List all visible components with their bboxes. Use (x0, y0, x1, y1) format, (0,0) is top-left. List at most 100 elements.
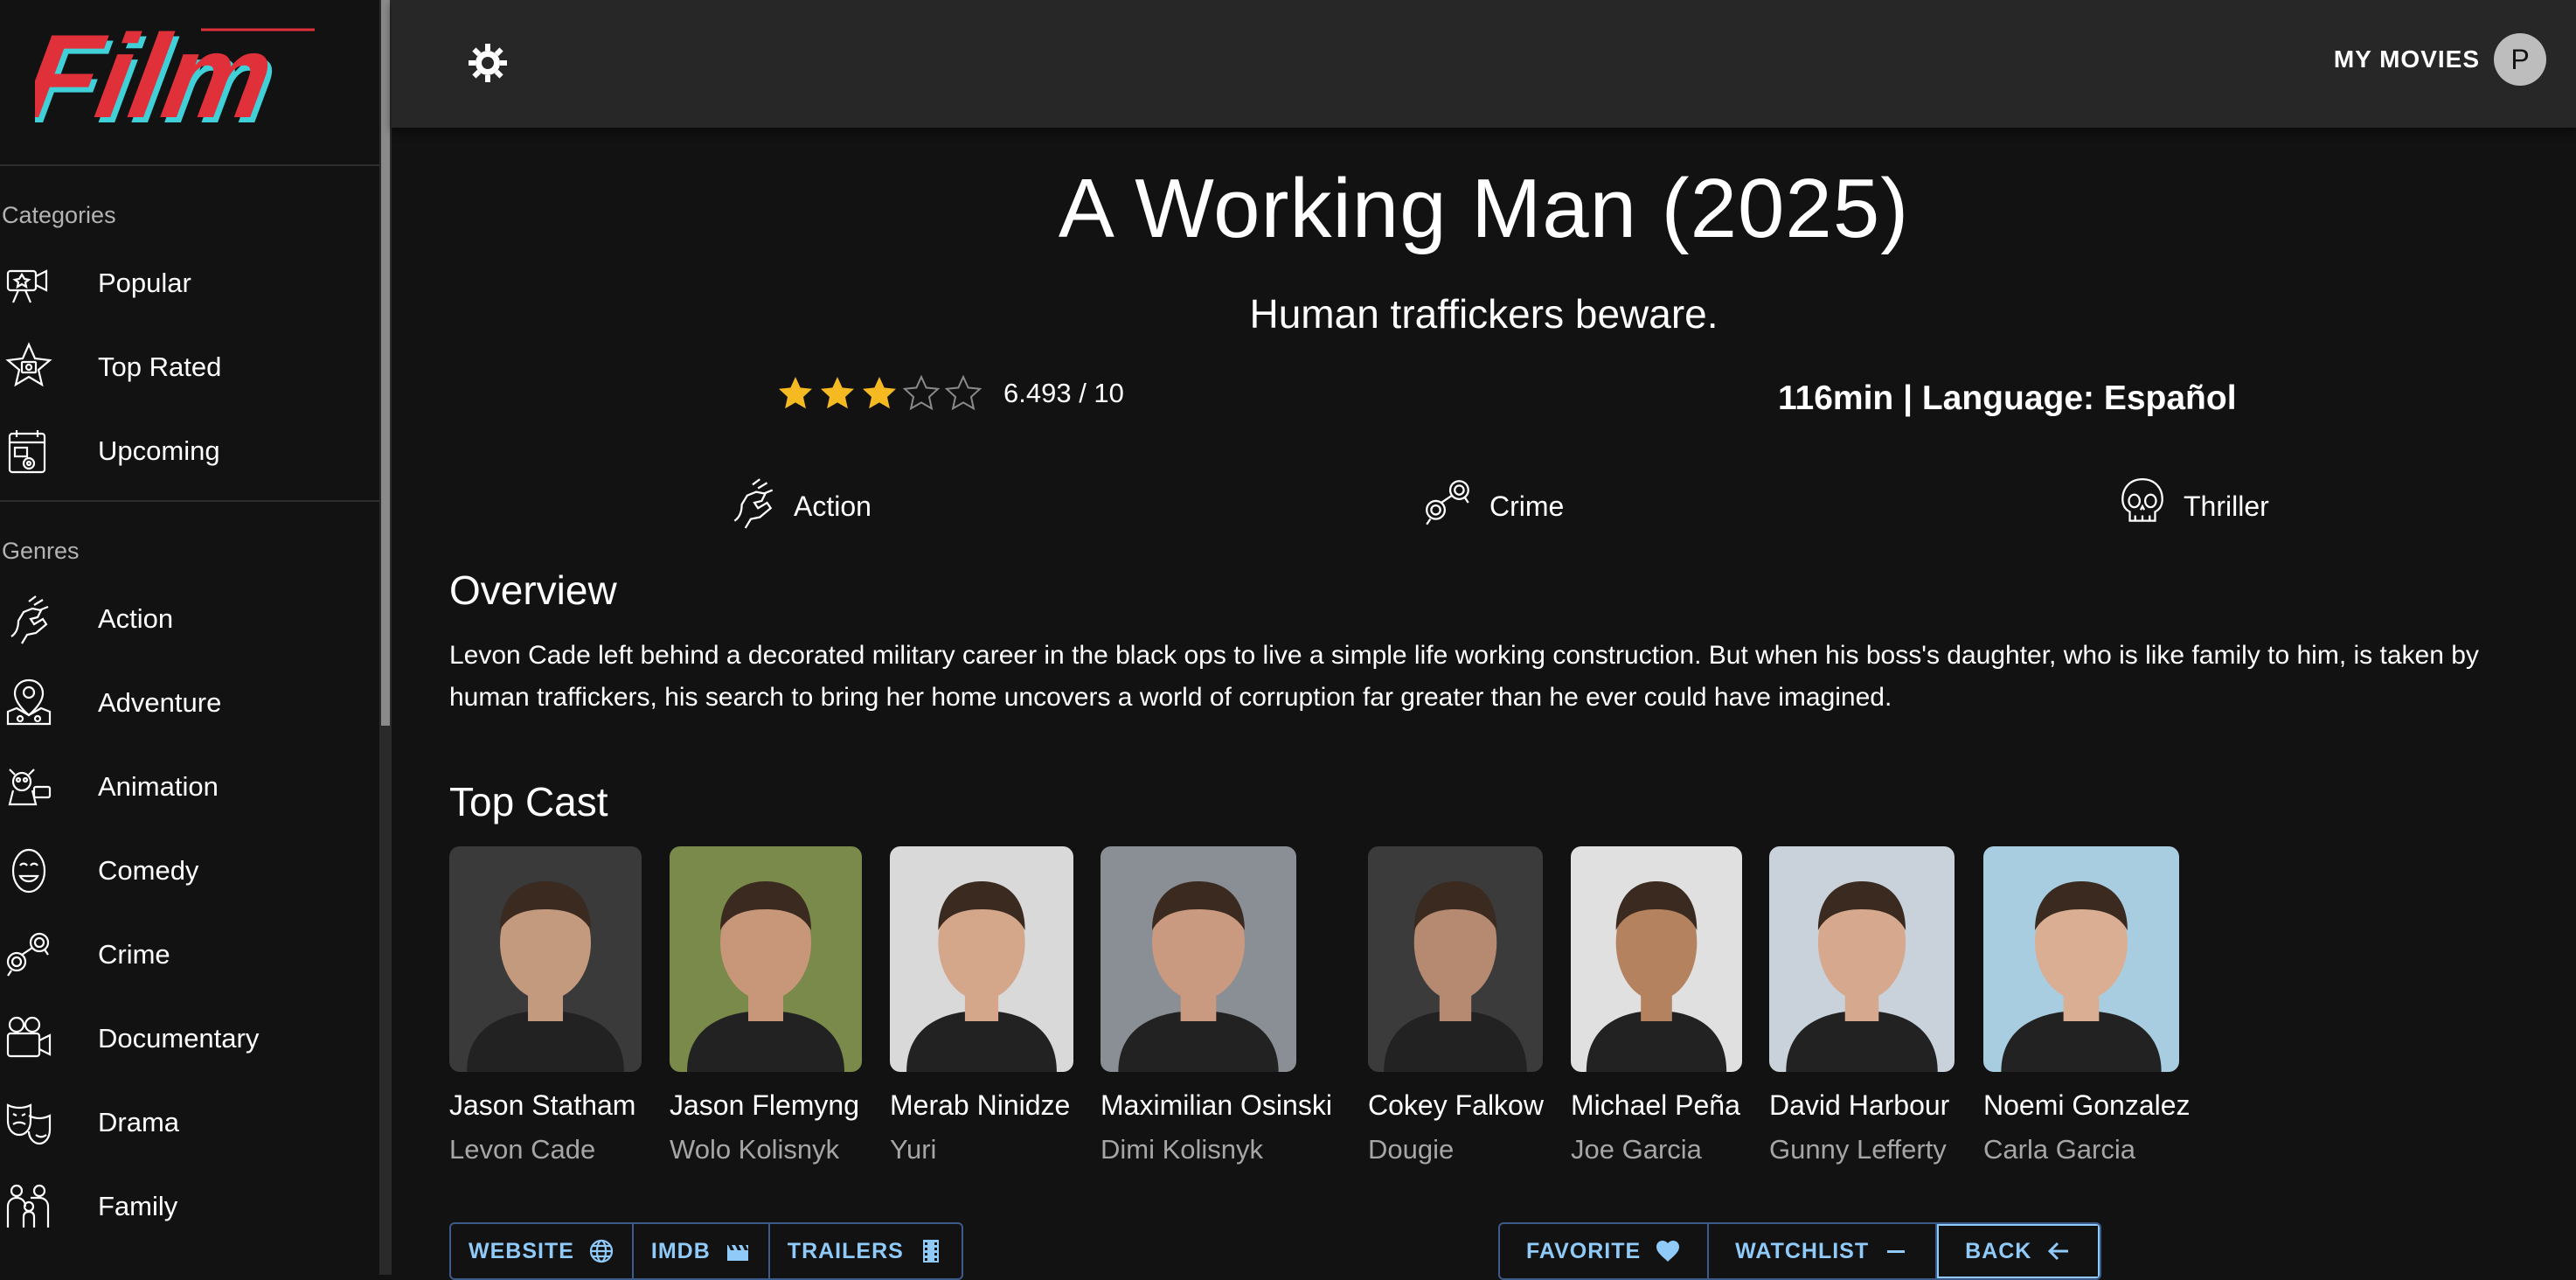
sidebar-item-drama[interactable]: Drama (0, 1081, 379, 1165)
popular-icon (2, 256, 56, 310)
logo-area: Film Film (0, 0, 379, 166)
svg-text:Film: Film (35, 19, 282, 142)
sidebar-item-action[interactable]: Action (0, 577, 379, 661)
arrow-left-icon (2031, 1238, 2072, 1264)
sidebar-item-documentary[interactable]: Documentary (0, 997, 379, 1081)
top-cast-heading: Top Cast (449, 779, 608, 824)
sidebar-item-animation[interactable]: Animation (0, 745, 379, 829)
film-strip-icon (904, 1238, 944, 1264)
sidebar-item-label: Family (98, 1191, 178, 1221)
heart-icon (1641, 1238, 1681, 1264)
top-rated-icon (2, 340, 56, 394)
cast-name: Merab Ninidze (890, 1089, 1071, 1121)
crime-icon (1421, 476, 1475, 537)
movie-tagline: Human traffickers beware. (1249, 291, 1718, 337)
adventure-icon (2, 676, 56, 730)
cast-photo[interactable] (1368, 846, 1543, 1072)
cast-character: Gunny Lefferty (1769, 1134, 1947, 1165)
cast-name: David Harbour (1769, 1089, 1950, 1121)
sidebar-item-upcoming[interactable]: Upcoming (0, 409, 379, 493)
star-filled-icon (816, 372, 858, 414)
cast-name: Jason Statham (449, 1089, 636, 1121)
favorite-button[interactable]: FAVORITE (1500, 1224, 1710, 1278)
watchlist-button-label: WATCHLIST (1735, 1238, 1870, 1263)
star-empty-icon (942, 372, 984, 414)
sidebar-item-top-rated[interactable]: Top Rated (0, 325, 379, 409)
genre-chip-label: Thriller (2184, 490, 2269, 522)
drama-icon (2, 1096, 56, 1150)
cast-name: Michael Peña (1571, 1089, 1740, 1121)
watchlist-button[interactable]: WATCHLIST (1709, 1224, 1938, 1278)
scrollbar-thumb[interactable] (381, 0, 390, 726)
cast-character: Levon Cade (449, 1134, 596, 1165)
overview-text: Levon Cade left behind a decorated milit… (449, 641, 2479, 712)
brightness-icon[interactable] (460, 35, 516, 91)
sidebar-item-label: Top Rated (98, 351, 222, 382)
sidebar-item-label: Comedy (98, 855, 199, 886)
cast-photo[interactable] (670, 846, 862, 1072)
top-app-bar: MY MOVIES P (392, 0, 2576, 128)
comedy-icon (2, 844, 56, 898)
sidebar-item-label: Popular (98, 268, 191, 298)
cast-photo[interactable] (1983, 846, 2179, 1072)
my-movies-menu[interactable]: MY MOVIES P (2334, 33, 2546, 86)
minus-icon (1869, 1238, 1909, 1264)
avatar[interactable]: P (2494, 33, 2546, 86)
sidebar-scrollbar[interactable] (379, 0, 392, 1275)
cast-name: Maximilian Osinski (1101, 1089, 1332, 1121)
sidebar-item-family[interactable]: Family (0, 1165, 379, 1249)
cast-card[interactable]: Merab Ninidze Yuri (890, 846, 1073, 1165)
website-button[interactable]: WEBSITE (451, 1224, 634, 1278)
cast-card[interactable]: David Harbour Gunny Lefferty (1769, 846, 1955, 1165)
sidebar-item-adventure[interactable]: Adventure (0, 661, 379, 745)
cast-photo[interactable] (1101, 846, 1296, 1072)
cast-photo[interactable] (449, 846, 642, 1072)
rating: 6.493 / 10 (774, 372, 1124, 414)
family-icon (2, 1179, 56, 1234)
cast-photo[interactable] (1769, 846, 1955, 1072)
star-filled-icon (774, 372, 816, 414)
cast-card[interactable]: Cokey Falkow Dougie (1368, 846, 1544, 1165)
movie-title: A Working Man (2025) (1058, 162, 1910, 255)
thriller-icon (2115, 476, 2170, 537)
genre-chip-crime[interactable]: Crime (1421, 476, 1564, 537)
trailers-button[interactable]: TRAILERS (770, 1224, 962, 1278)
genre-chip-action[interactable]: Action (726, 476, 871, 537)
sidebar-item-label: Drama (98, 1107, 180, 1137)
documentary-icon (2, 1012, 56, 1066)
sidebar-item-popular[interactable]: Popular (0, 241, 379, 325)
genre-chip-thriller[interactable]: Thriller (2115, 476, 2269, 537)
movie-icon (711, 1238, 751, 1264)
upcoming-icon (2, 424, 56, 478)
sidebar-item-label: Adventure (98, 687, 222, 718)
actions-group: FAVORITE WATCHLIST BACK (1498, 1222, 2102, 1280)
genres-label: Genres (2, 538, 80, 564)
cast-card[interactable]: Noemi Gonzalez Carla Garcia (1983, 846, 2191, 1165)
cast-card[interactable]: Maximilian Osinski Dimi Kolisnyk (1101, 846, 1332, 1165)
star-rating (774, 372, 984, 414)
action-icon (2, 592, 56, 646)
cast-photo[interactable] (890, 846, 1073, 1072)
cast-character: Dimi Kolisnyk (1101, 1134, 1264, 1165)
cast-photo[interactable] (1571, 846, 1742, 1072)
cast-card[interactable]: Jason Flemyng Wolo Kolisnyk (670, 846, 862, 1165)
runtime-language: 116min | Language: Español (1778, 379, 2237, 417)
cast-card[interactable]: Jason Statham Levon Cade (449, 846, 642, 1165)
back-button-label: BACK (1965, 1238, 2032, 1263)
sidebar-item-label: Crime (98, 939, 170, 970)
globe-icon (574, 1238, 614, 1264)
cast-name: Jason Flemyng (670, 1089, 859, 1121)
film-logo[interactable]: Film Film (35, 19, 323, 142)
sidebar-item-label: Action (98, 603, 174, 634)
imdb-button[interactable]: IMDB (634, 1224, 770, 1278)
cast-character: Joe Garcia (1571, 1134, 1702, 1165)
animation-icon (2, 760, 56, 814)
back-button[interactable]: BACK (1937, 1224, 2100, 1278)
sidebar-item-crime[interactable]: Crime (0, 913, 379, 997)
cast-character: Yuri (890, 1134, 937, 1165)
sidebar-item-comedy[interactable]: Comedy (0, 829, 379, 913)
sidebar-item-label: Documentary (98, 1023, 260, 1054)
sidebar-item-label: Upcoming (98, 435, 220, 466)
star-empty-icon (900, 372, 942, 414)
cast-card[interactable]: Michael Peña Joe Garcia (1571, 846, 1742, 1165)
